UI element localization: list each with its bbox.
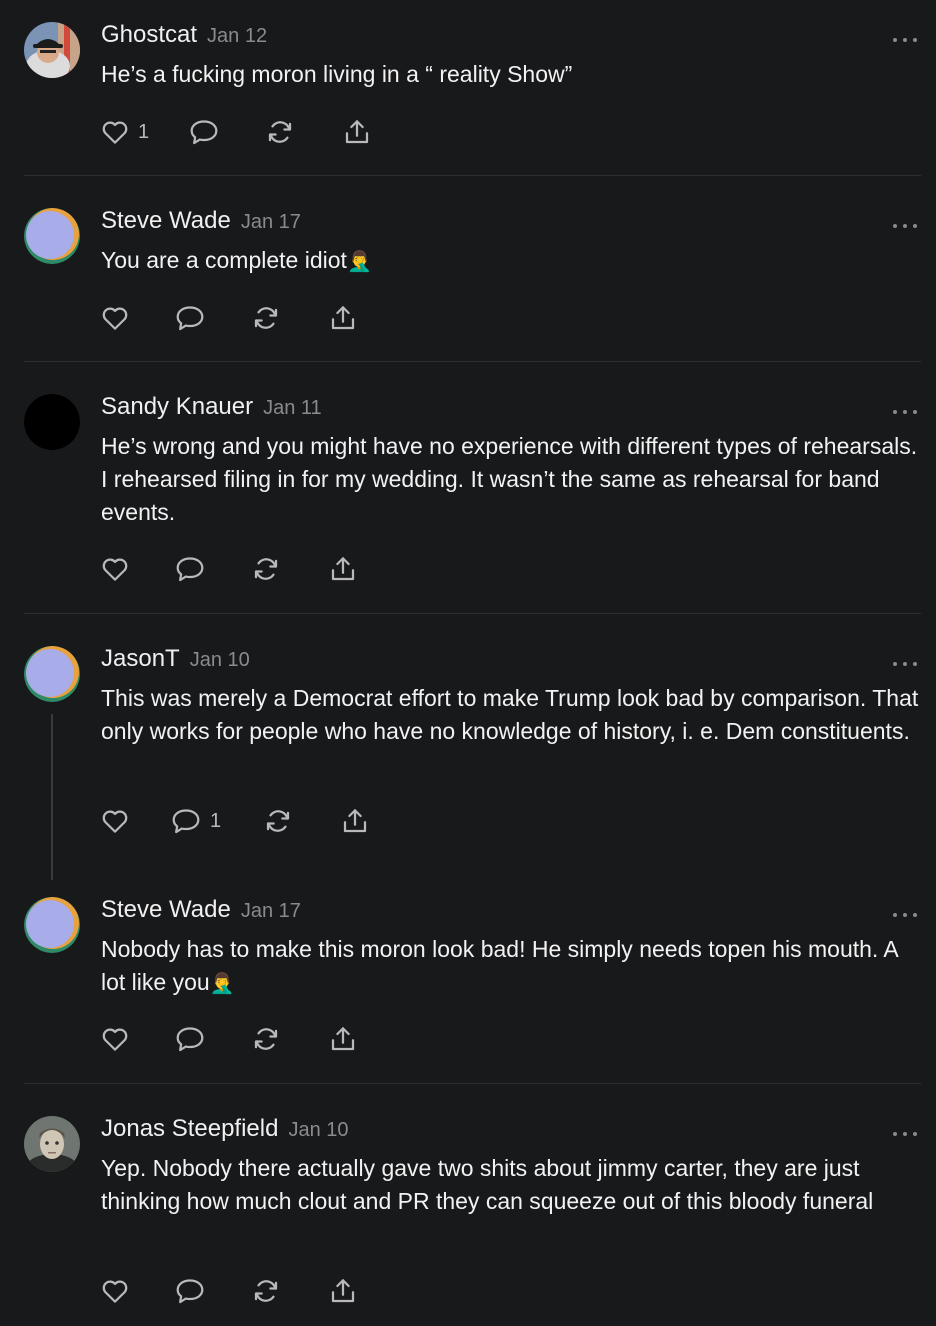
avatar[interactable] — [24, 394, 80, 450]
author-name[interactable]: Steve Wade — [101, 896, 231, 923]
author-line: Jonas Steepfield Jan 10 — [101, 1115, 349, 1143]
author-name[interactable]: Sandy Knauer — [101, 393, 253, 420]
restack-button[interactable] — [251, 1024, 281, 1054]
restack-icon — [254, 307, 278, 329]
restack-button[interactable] — [251, 303, 281, 333]
avatar[interactable] — [24, 208, 80, 264]
comment-text: This was merely a Democrat effort to mak… — [101, 685, 919, 744]
comment-date[interactable]: Jan 17 — [241, 211, 301, 233]
author-name[interactable]: Jonas Steepfield — [101, 1115, 278, 1142]
heart-icon — [102, 558, 128, 581]
like-count: 1 — [138, 120, 150, 143]
like-button[interactable] — [100, 303, 130, 333]
share-button[interactable] — [328, 1024, 358, 1054]
reply-button[interactable] — [188, 117, 220, 147]
like-button[interactable] — [100, 806, 130, 836]
divider — [24, 175, 921, 176]
more-dots-icon[interactable] — [893, 911, 917, 919]
heart-icon — [102, 1028, 128, 1051]
restack-icon — [266, 810, 290, 832]
comment-bubble-icon — [176, 1279, 204, 1304]
avatar[interactable] — [24, 646, 80, 702]
heart-icon — [102, 810, 128, 833]
more-dots-icon[interactable] — [893, 660, 917, 668]
reply-button[interactable] — [174, 554, 206, 584]
share-button[interactable] — [342, 117, 372, 147]
share-icon — [331, 1279, 355, 1303]
thread-line — [51, 714, 53, 880]
comment-text: Yep. Nobody there actually gave two shit… — [101, 1155, 874, 1214]
author-line: Sandy Knauer Jan 11 — [101, 393, 322, 421]
comment-date[interactable]: Jan 12 — [207, 25, 267, 47]
like-button[interactable] — [100, 1024, 130, 1054]
facepalm-emoji: 🤦‍♂️ — [346, 251, 372, 273]
author-line: Ghostcat Jan 12 — [101, 21, 267, 49]
share-icon — [331, 1027, 355, 1051]
share-icon — [331, 557, 355, 581]
divider — [24, 361, 921, 362]
author-name[interactable]: Ghostcat — [101, 21, 197, 48]
comment-text: He’s wrong and you might have no experie… — [101, 433, 918, 525]
comment-bubble-icon — [176, 306, 204, 331]
heart-icon — [102, 1280, 128, 1303]
author-name[interactable]: Steve Wade — [101, 207, 231, 234]
like-button[interactable] — [100, 1276, 130, 1306]
comment-date[interactable]: Jan 10 — [190, 649, 250, 671]
avatar[interactable] — [24, 1116, 80, 1172]
restack-button[interactable] — [251, 554, 281, 584]
restack-icon — [268, 121, 292, 143]
comment-text: He’s a fucking moron living in a “ reali… — [101, 61, 573, 87]
divider — [24, 613, 921, 614]
restack-button[interactable] — [263, 806, 293, 836]
like-button[interactable] — [100, 554, 130, 584]
restack-icon — [254, 558, 278, 580]
author-name[interactable]: JasonT — [101, 645, 180, 672]
avatar[interactable] — [24, 897, 80, 953]
reply-button[interactable] — [174, 1024, 206, 1054]
comment-bubble-icon — [172, 809, 200, 834]
author-line: Steve Wade Jan 17 — [101, 207, 301, 235]
share-button[interactable] — [328, 303, 358, 333]
comment-date[interactable]: Jan 11 — [263, 397, 322, 419]
restack-button[interactable] — [251, 1276, 281, 1306]
comment-text: Nobody has to make this moron look bad! … — [101, 936, 898, 995]
more-dots-icon[interactable] — [893, 1130, 917, 1138]
avatar[interactable] — [24, 22, 80, 78]
comment-bubble-icon — [176, 1027, 204, 1052]
comment-text: You are a complete idiot🤦‍♂️ — [101, 247, 372, 273]
share-icon — [343, 809, 367, 833]
divider — [24, 1083, 921, 1084]
author-line: Steve Wade Jan 17 — [101, 896, 301, 924]
comment-bubble-icon — [190, 120, 218, 145]
reply-button[interactable]: 1 — [170, 806, 221, 836]
facepalm-emoji: 🤦‍♂️ — [209, 973, 235, 995]
share-button[interactable] — [340, 806, 370, 836]
share-icon — [345, 120, 369, 144]
more-dots-icon[interactable] — [893, 222, 917, 230]
restack-icon — [254, 1028, 278, 1050]
reply-button[interactable] — [174, 1276, 206, 1306]
share-button[interactable] — [328, 554, 358, 584]
like-button[interactable]: 1 — [100, 117, 149, 147]
reply-button[interactable] — [174, 303, 206, 333]
share-button[interactable] — [328, 1276, 358, 1306]
heart-icon — [102, 121, 128, 144]
heart-icon — [102, 307, 128, 330]
restack-icon — [254, 1280, 278, 1302]
comment-date[interactable]: Jan 17 — [241, 900, 301, 922]
author-line: JasonT Jan 10 — [101, 645, 250, 673]
share-icon — [331, 306, 355, 330]
comment-bubble-icon — [176, 557, 204, 582]
comment-date[interactable]: Jan 10 — [288, 1119, 348, 1141]
reply-count: 1 — [210, 809, 222, 832]
restack-button[interactable] — [265, 117, 295, 147]
more-dots-icon[interactable] — [893, 36, 917, 44]
more-dots-icon[interactable] — [893, 408, 917, 416]
